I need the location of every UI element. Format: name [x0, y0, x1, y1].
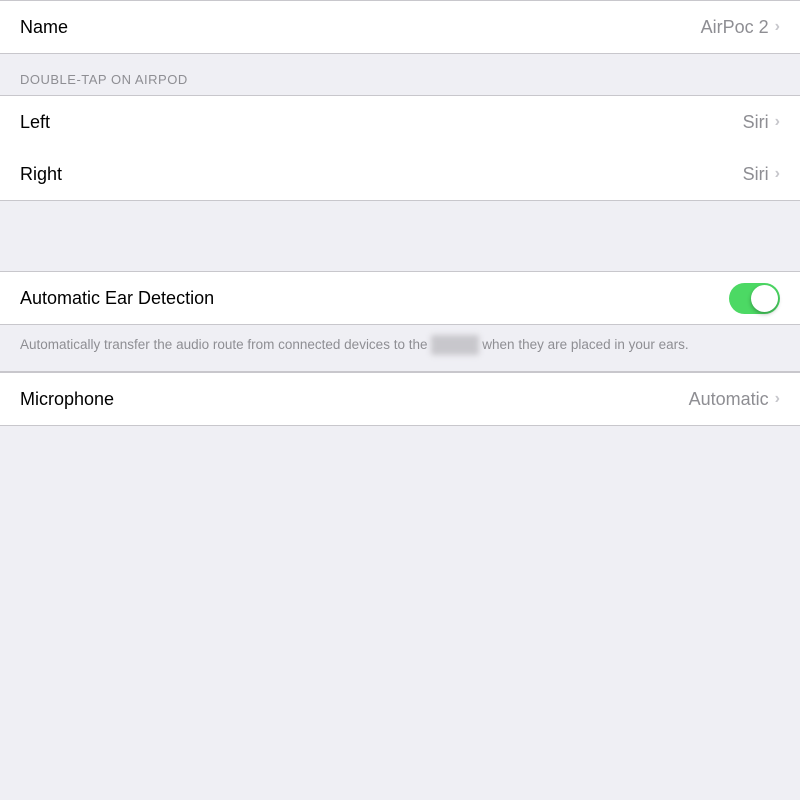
- left-label: Left: [20, 112, 50, 133]
- microphone-table: Microphone Automatic ›: [0, 372, 800, 426]
- double-tap-table: Left Siri › Right Siri ›: [0, 95, 800, 201]
- name-value-group: AirPoc 2 ›: [701, 17, 780, 38]
- name-label: Name: [20, 17, 68, 38]
- chevron-right-icon: ›: [775, 390, 780, 408]
- name-table: Name AirPoc 2 ›: [0, 0, 800, 54]
- toggle-thumb: [751, 285, 778, 312]
- double-tap-section: DOUBLE-TAP ON AIRPOD Left Siri › Right S…: [0, 54, 800, 201]
- ear-detection-label: Automatic Ear Detection: [20, 288, 214, 309]
- description-text-after: when they are placed in your ears.: [482, 337, 688, 352]
- table-row: Automatic Ear Detection: [0, 272, 800, 324]
- ear-detection-description-cell: Automatically transfer the audio route f…: [0, 325, 800, 372]
- ear-detection-description: Automatically transfer the audio route f…: [20, 337, 689, 352]
- ear-detection-section: Automatic Ear Detection Automatically tr…: [0, 271, 800, 372]
- name-value: AirPoc 2: [701, 17, 769, 38]
- right-label: Right: [20, 164, 62, 185]
- microphone-label: Microphone: [20, 389, 114, 410]
- microphone-value: Automatic: [689, 389, 769, 410]
- ear-detection-toggle[interactable]: [729, 283, 780, 314]
- chevron-right-icon: ›: [775, 18, 780, 36]
- toggle-track: [729, 283, 780, 314]
- chevron-right-icon: ›: [775, 113, 780, 131]
- double-tap-header: DOUBLE-TAP ON AIRPOD: [0, 54, 800, 95]
- table-row[interactable]: Microphone Automatic ›: [0, 373, 800, 425]
- microphone-value-group: Automatic ›: [689, 389, 780, 410]
- right-value-group: Siri ›: [743, 164, 780, 185]
- table-row[interactable]: Left Siri ›: [0, 96, 800, 148]
- airpods-blurred-text: AirPods: [431, 335, 478, 355]
- left-value-group: Siri ›: [743, 112, 780, 133]
- name-section: Name AirPoc 2 ›: [0, 0, 800, 54]
- description-text-before: Automatically transfer the audio route f…: [20, 337, 427, 352]
- chevron-right-icon: ›: [775, 165, 780, 183]
- settings-page: Name AirPoc 2 › DOUBLE-TAP ON AIRPOD Lef…: [0, 0, 800, 800]
- left-value: Siri: [743, 112, 769, 133]
- right-value: Siri: [743, 164, 769, 185]
- table-row[interactable]: Name AirPoc 2 ›: [0, 1, 800, 53]
- ear-detection-table: Automatic Ear Detection: [0, 271, 800, 325]
- microphone-section: Microphone Automatic ›: [0, 372, 800, 426]
- table-row[interactable]: Right Siri ›: [0, 148, 800, 200]
- section-spacer: [0, 201, 800, 236]
